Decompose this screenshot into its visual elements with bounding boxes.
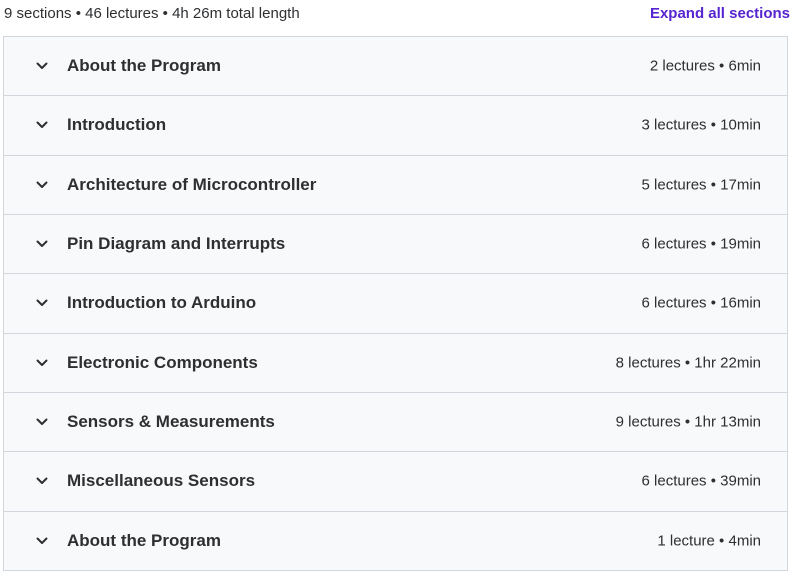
section-header-introduction-to-arduino[interactable]: Introduction to Arduino 6 lectures • 16m…: [4, 274, 787, 334]
section-header-about-the-program[interactable]: About the Program 2 lectures • 6min: [4, 37, 787, 97]
chevron-down-icon: [35, 237, 49, 251]
section-title: Introduction: [67, 115, 167, 135]
section-meta: 6 lectures • 16min: [641, 294, 761, 312]
curriculum-section-list: About the Program 2 lectures • 6min Intr…: [3, 36, 788, 571]
chevron-down-icon: [35, 59, 49, 73]
chevron-down-icon: [35, 178, 49, 192]
section-meta: 2 lectures • 6min: [649, 57, 761, 75]
section-header-pin-diagram-and-interrupts[interactable]: Pin Diagram and Interrupts 6 lectures • …: [4, 215, 787, 275]
section-title: Electronic Components: [67, 352, 258, 372]
section-title: Architecture of Microcontroller: [67, 174, 317, 194]
chevron-down-icon: [35, 474, 49, 488]
section-header-architecture-of-microcontroller[interactable]: Architecture of Microcontroller 5 lectur…: [4, 156, 787, 215]
section-header-electronic-components[interactable]: Electronic Components 8 lectures • 1hr 2…: [4, 334, 787, 393]
chevron-down-icon: [35, 356, 49, 370]
section-header-introduction[interactable]: Introduction 3 lectures • 10min: [4, 96, 787, 156]
section-title: Pin Diagram and Interrupts: [67, 234, 286, 254]
expand-all-sections-button[interactable]: Expand all sections: [650, 4, 790, 24]
section-meta: 3 lectures • 10min: [641, 116, 761, 134]
section-meta: 1 lecture • 4min: [657, 532, 761, 550]
chevron-down-icon: [35, 415, 49, 429]
section-header-sensors-and-measurements[interactable]: Sensors & Measurements 9 lectures • 1hr …: [4, 393, 787, 453]
section-title: About the Program: [67, 530, 221, 550]
section-meta: 9 lectures • 1hr 13min: [615, 413, 761, 431]
section-header-miscellaneous-sensors[interactable]: Miscellaneous Sensors 6 lectures • 39min: [4, 452, 787, 512]
chevron-down-icon: [35, 118, 49, 132]
section-title: About the Program: [67, 56, 221, 76]
curriculum-summary-text: 9 sections • 46 lectures • 4h 26m total …: [4, 5, 300, 22]
chevron-down-icon: [35, 296, 49, 310]
section-meta: 5 lectures • 17min: [641, 176, 761, 194]
section-header-about-the-program-final[interactable]: About the Program 1 lecture • 4min: [4, 512, 787, 570]
curriculum-summary-bar: 9 sections • 46 lectures • 4h 26m total …: [0, 0, 790, 28]
section-meta: 6 lectures • 39min: [641, 472, 761, 490]
section-title: Introduction to Arduino: [67, 293, 257, 313]
chevron-down-icon: [35, 534, 49, 548]
section-meta: 6 lectures • 19min: [641, 235, 761, 253]
section-title: Sensors & Measurements: [67, 412, 275, 432]
section-title: Miscellaneous Sensors: [67, 471, 256, 491]
section-meta: 8 lectures • 1hr 22min: [615, 354, 761, 372]
